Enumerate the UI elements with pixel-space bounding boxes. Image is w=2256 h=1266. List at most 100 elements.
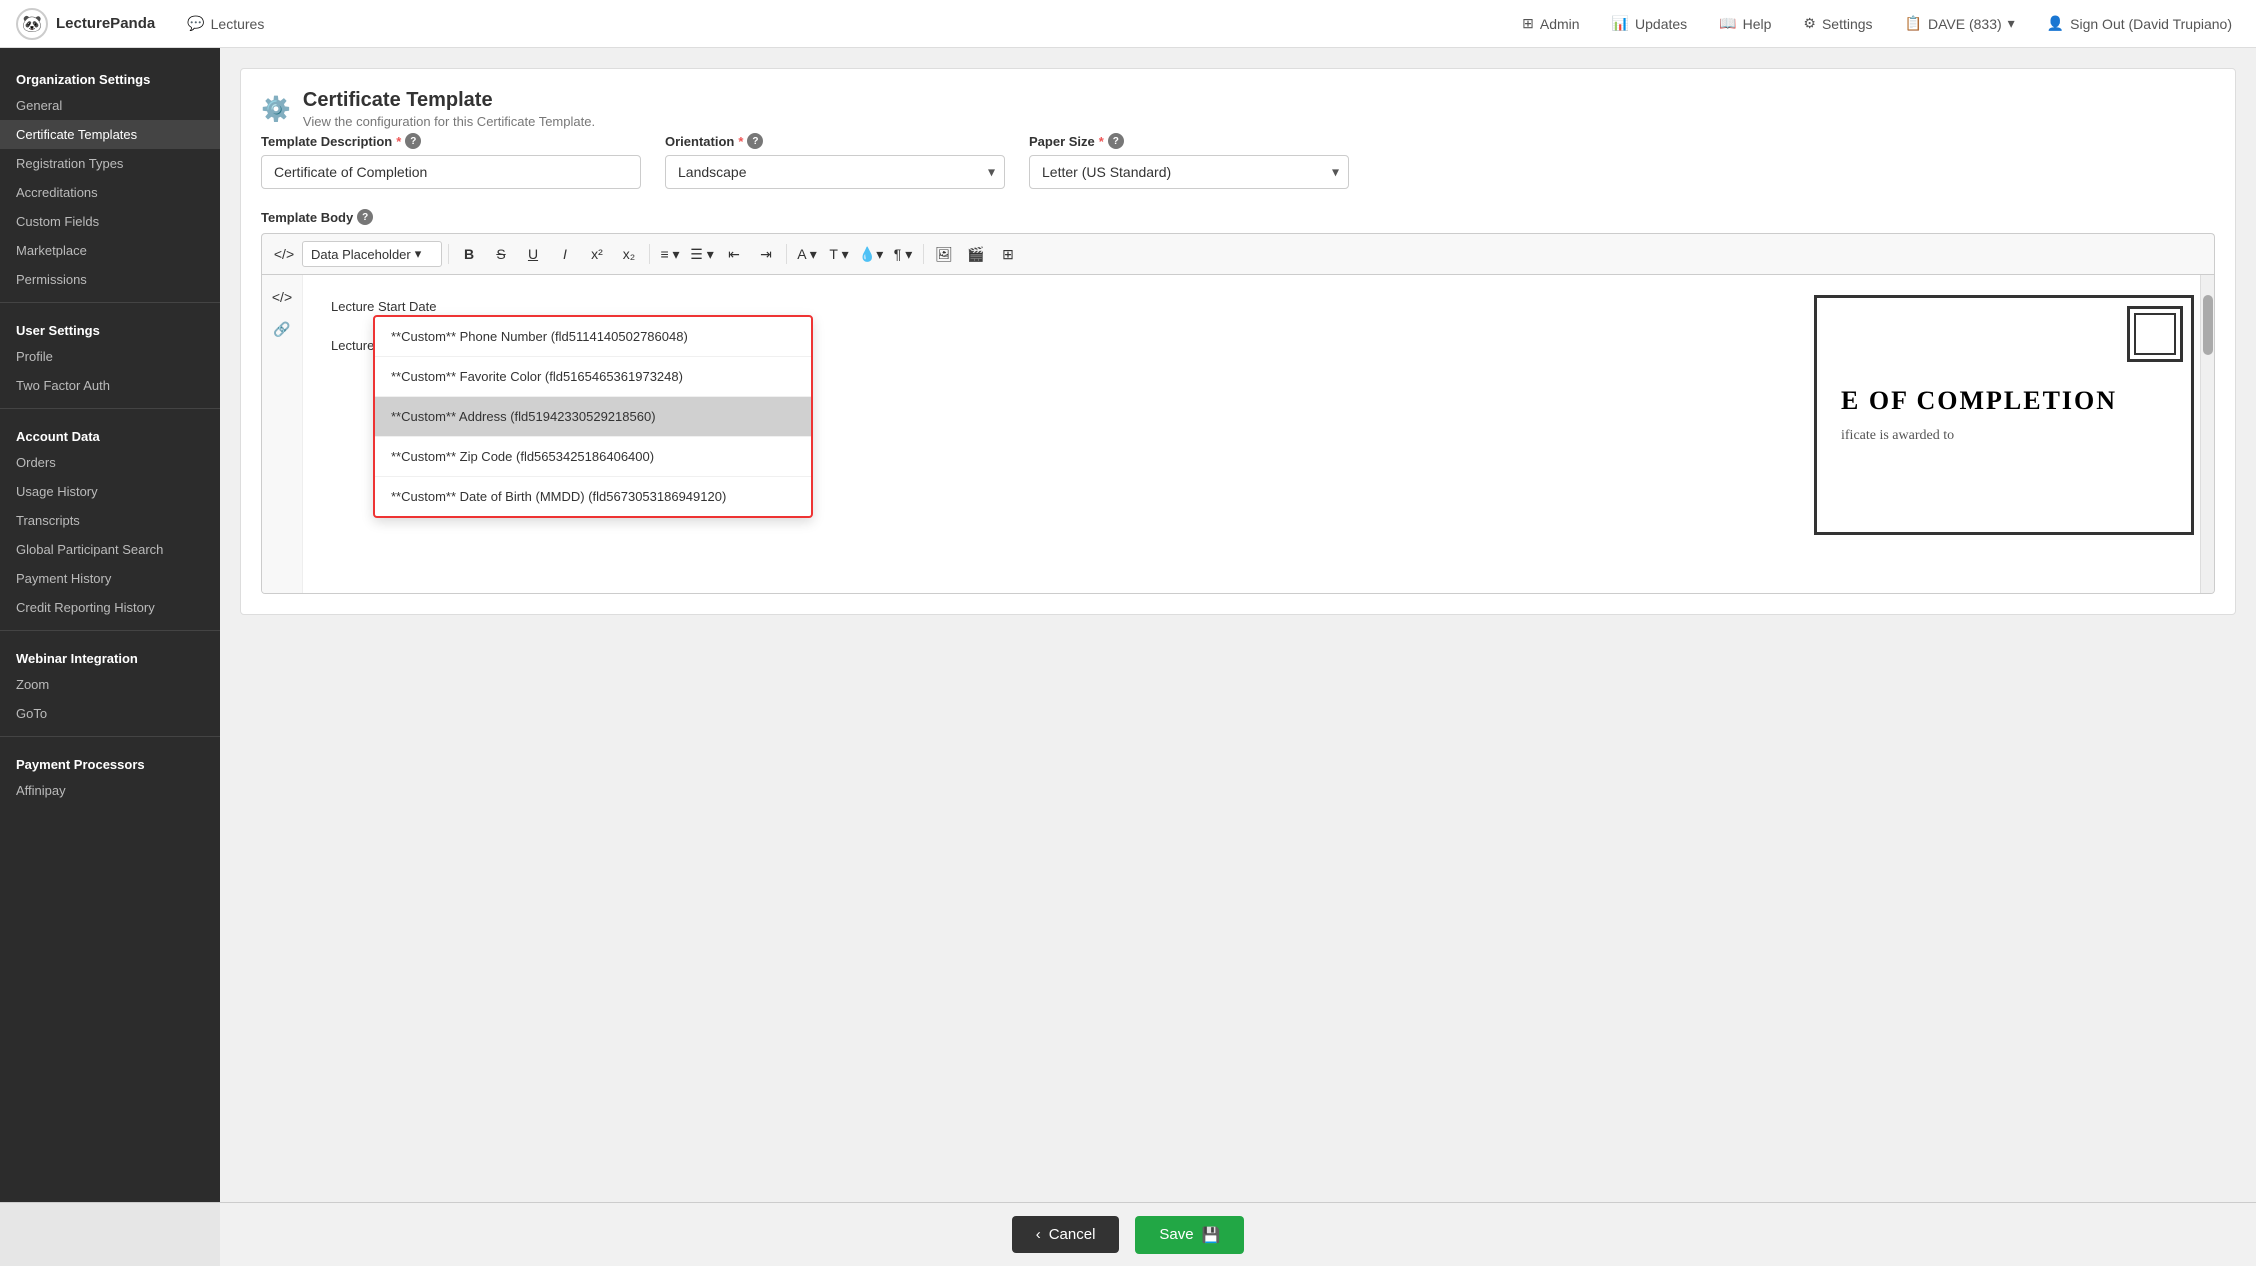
subscript-btn[interactable]: x₂ (615, 240, 643, 268)
paper-size-label: Paper Size * ? (1029, 133, 1349, 149)
underline-btn[interactable]: U (519, 240, 547, 268)
sidebar-item-orders[interactable]: Orders (0, 448, 220, 477)
image-btn[interactable]: 🖼 (930, 240, 958, 268)
sidebar-item-custom-fields[interactable]: Custom Fields (0, 207, 220, 236)
admin-label: Admin (1540, 16, 1580, 32)
bold-btn[interactable]: B (455, 240, 483, 268)
sidebar-item-transcripts[interactable]: Transcripts (0, 506, 220, 535)
orientation-help-icon[interactable]: ? (747, 133, 763, 149)
font-size-btn[interactable]: T ▾ (825, 240, 853, 268)
help-icon: 📖 (1719, 15, 1736, 32)
video-btn[interactable]: 🎬 (962, 240, 990, 268)
nav-signout[interactable]: 👤 Sign Out (David Trupiano) (2039, 11, 2240, 36)
sidebar-item-payment-history[interactable]: Payment History (0, 564, 220, 593)
save-label: Save (1159, 1226, 1193, 1243)
dd-date-of-birth[interactable]: **Custom** Date of Birth (MMDD) (fld5673… (375, 477, 811, 516)
sidebar-item-certificate-templates[interactable]: Certificate Templates (0, 120, 220, 149)
ol-btn[interactable]: ☰ ▾ (688, 240, 716, 268)
signout-icon: 👤 (2047, 15, 2064, 32)
italic-btn[interactable]: I (551, 240, 579, 268)
font-color-btn[interactable]: A ▾ (793, 240, 821, 268)
nav-admin[interactable]: ⊞ Admin (1514, 11, 1587, 36)
dd-phone-number[interactable]: **Custom** Phone Number (fld511414050278… (375, 317, 811, 357)
sidebar-item-two-factor[interactable]: Two Factor Auth (0, 371, 220, 400)
nav-dave[interactable]: 📋 DAVE (833) ▾ (1897, 11, 2023, 36)
gear-settings-icon: ⚙️ (261, 95, 291, 124)
nav-settings[interactable]: ⚙ Settings (1795, 11, 1880, 36)
org-section-title: Organization Settings (0, 60, 220, 91)
separator-2 (649, 244, 650, 264)
nav-help[interactable]: 📖 Help (1711, 11, 1779, 36)
ul-btn[interactable]: ≡ ▾ (656, 240, 684, 268)
sidebar-item-permissions[interactable]: Permissions (0, 265, 220, 294)
sidebar-divider-3 (0, 630, 220, 631)
paragraph-btn[interactable]: ¶ ▾ (889, 240, 917, 268)
template-body-section: Template Body ? </> Data Placeholder ▾ B… (261, 209, 2215, 594)
dd-favorite-color[interactable]: **Custom** Favorite Color (fld5165465361… (375, 357, 811, 397)
brand-name: LecturePanda (56, 15, 155, 32)
card-header: ⚙️ Certificate Template View the configu… (261, 89, 2215, 129)
required-star-orient: * (738, 134, 743, 149)
brand-logo-area[interactable]: 🐼 LecturePanda (16, 8, 155, 40)
sidebar-item-credit-reporting-history[interactable]: Credit Reporting History (0, 593, 220, 622)
sidebar-item-general[interactable]: General (0, 91, 220, 120)
sidebar-item-accreditations[interactable]: Accreditations (0, 178, 220, 207)
nav-lectures[interactable]: 💬 Lectures (179, 11, 272, 36)
template-body-help-icon[interactable]: ? (357, 209, 373, 225)
dave-label: DAVE (833) (1928, 16, 2002, 32)
sidebar-item-zoom[interactable]: Zoom (0, 670, 220, 699)
save-button[interactable]: Save 💾 (1135, 1216, 1244, 1254)
template-desc-input[interactable] (261, 155, 641, 189)
link-btn[interactable]: 🔗 (268, 315, 296, 343)
template-desc-help-icon[interactable]: ? (405, 133, 421, 149)
paper-help-icon[interactable]: ? (1108, 133, 1124, 149)
sidebar-item-goto[interactable]: GoTo (0, 699, 220, 728)
placeholder-label: Data Placeholder (311, 247, 411, 262)
superscript-btn[interactable]: x² (583, 240, 611, 268)
sidebar-divider-4 (0, 736, 220, 737)
code-btn[interactable]: </> (270, 240, 298, 268)
indent-btn[interactable]: ⇥ (752, 240, 780, 268)
form-row-top: Template Description * ? Orientation * ? (261, 133, 2215, 189)
required-star: * (396, 134, 401, 149)
editor-area: </> 🔗 Lecture Start Date Lecture Start D… (261, 274, 2215, 594)
main-layout: Organization Settings General Certificat… (0, 48, 2256, 1266)
account-section-title: Account Data (0, 417, 220, 448)
highlight-btn[interactable]: 💧▾ (857, 240, 885, 268)
table-btn[interactable]: ⊞ (994, 240, 1022, 268)
orientation-select[interactable]: Landscape Portrait (665, 155, 1005, 189)
paper-size-group: Paper Size * ? Letter (US Standard) A4 (1029, 133, 1349, 189)
sidebar-item-global-participant-search[interactable]: Global Participant Search (0, 535, 220, 564)
paper-size-select[interactable]: Letter (US Standard) A4 (1029, 155, 1349, 189)
user-section-title: User Settings (0, 311, 220, 342)
updates-icon: 📊 (1612, 15, 1629, 32)
sidebar-divider-1 (0, 302, 220, 303)
scroll-thumb[interactable] (2203, 295, 2213, 355)
certificate-template-card: ⚙️ Certificate Template View the configu… (240, 68, 2236, 615)
scrollbar[interactable] (2200, 275, 2214, 593)
strikethrough-btn[interactable]: S (487, 240, 515, 268)
source-btn[interactable]: </> (268, 283, 296, 311)
bottom-action-bar: ‹ Cancel Save 💾 (0, 1202, 2256, 1266)
signout-label: Sign Out (David Trupiano) (2070, 16, 2232, 32)
sidebar-item-registration-types[interactable]: Registration Types (0, 149, 220, 178)
template-desc-group: Template Description * ? (261, 133, 641, 189)
sidebar: Organization Settings General Certificat… (0, 48, 220, 1266)
nav-updates[interactable]: 📊 Updates (1604, 11, 1696, 36)
sidebar-item-affinipay[interactable]: Affinipay (0, 776, 220, 805)
dave-icon: 📋 (1905, 15, 1922, 32)
data-placeholder-dropdown-btn[interactable]: Data Placeholder ▾ (302, 241, 442, 267)
template-body-label: Template Body ? (261, 209, 2215, 225)
sidebar-item-profile[interactable]: Profile (0, 342, 220, 371)
dd-zip-code[interactable]: **Custom** Zip Code (fld5653425186406400… (375, 437, 811, 477)
main-content: ⚙️ Certificate Template View the configu… (220, 48, 2256, 1266)
cancel-button[interactable]: ‹ Cancel (1012, 1216, 1120, 1253)
paper-size-select-wrapper: Letter (US Standard) A4 (1029, 155, 1349, 189)
dd-address[interactable]: **Custom** Address (fld51942330529218560… (375, 397, 811, 437)
sidebar-item-marketplace[interactable]: Marketplace (0, 236, 220, 265)
outdent-btn[interactable]: ⇤ (720, 240, 748, 268)
admin-icon: ⊞ (1522, 15, 1534, 32)
bottom-spacer (240, 635, 2236, 715)
sidebar-divider-2 (0, 408, 220, 409)
sidebar-item-usage-history[interactable]: Usage History (0, 477, 220, 506)
